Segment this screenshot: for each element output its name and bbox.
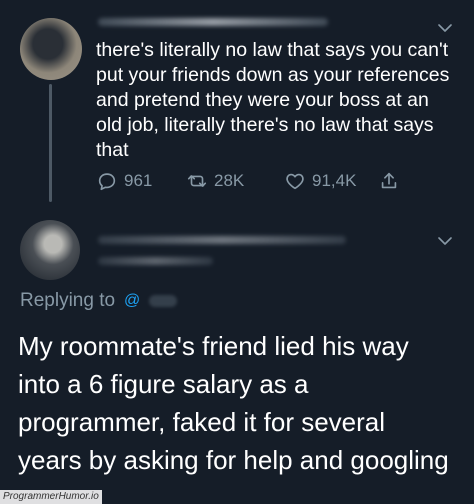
heart-icon: [286, 173, 304, 190]
reply-icon: [98, 173, 116, 191]
replying-to: Replying to @: [20, 290, 178, 312]
share-icon: [381, 172, 397, 189]
blurred-author-name: [98, 18, 328, 26]
chevron-down-icon[interactable]: [438, 24, 452, 32]
thread-line: [49, 84, 52, 202]
at-icon[interactable]: @: [123, 292, 141, 310]
tweet-actions: 961 28K 91,4K: [96, 168, 436, 194]
reply-text: My roommate's friend lied his way into a…: [18, 331, 449, 475]
retweet-count: 28K: [214, 171, 245, 190]
blurred-reply-author-handle: [98, 257, 213, 265]
replying-to-label: Replying to: [20, 290, 116, 311]
retweet-icon: [187, 175, 207, 187]
reply-author-avatar[interactable]: [20, 220, 80, 280]
blurred-reply-author-name: [98, 236, 346, 244]
retweet-button[interactable]: 28K: [186, 168, 244, 194]
like-count: 91,4K: [312, 171, 357, 190]
chevron-down-icon[interactable]: [438, 237, 452, 245]
watermark: ProgrammerHumor.io: [0, 490, 102, 504]
reply-count: 961: [124, 171, 153, 190]
tweet-screenshot: there's literally no law that says you c…: [0, 0, 474, 504]
share-button[interactable]: [378, 168, 400, 194]
like-button[interactable]: 91,4K: [284, 168, 356, 194]
author-avatar[interactable]: [20, 18, 82, 80]
blurred-mentioned-handle: [149, 295, 178, 307]
reply-button[interactable]: 961: [96, 168, 152, 194]
tweet-text: there's literally no law that says you c…: [96, 39, 450, 161]
